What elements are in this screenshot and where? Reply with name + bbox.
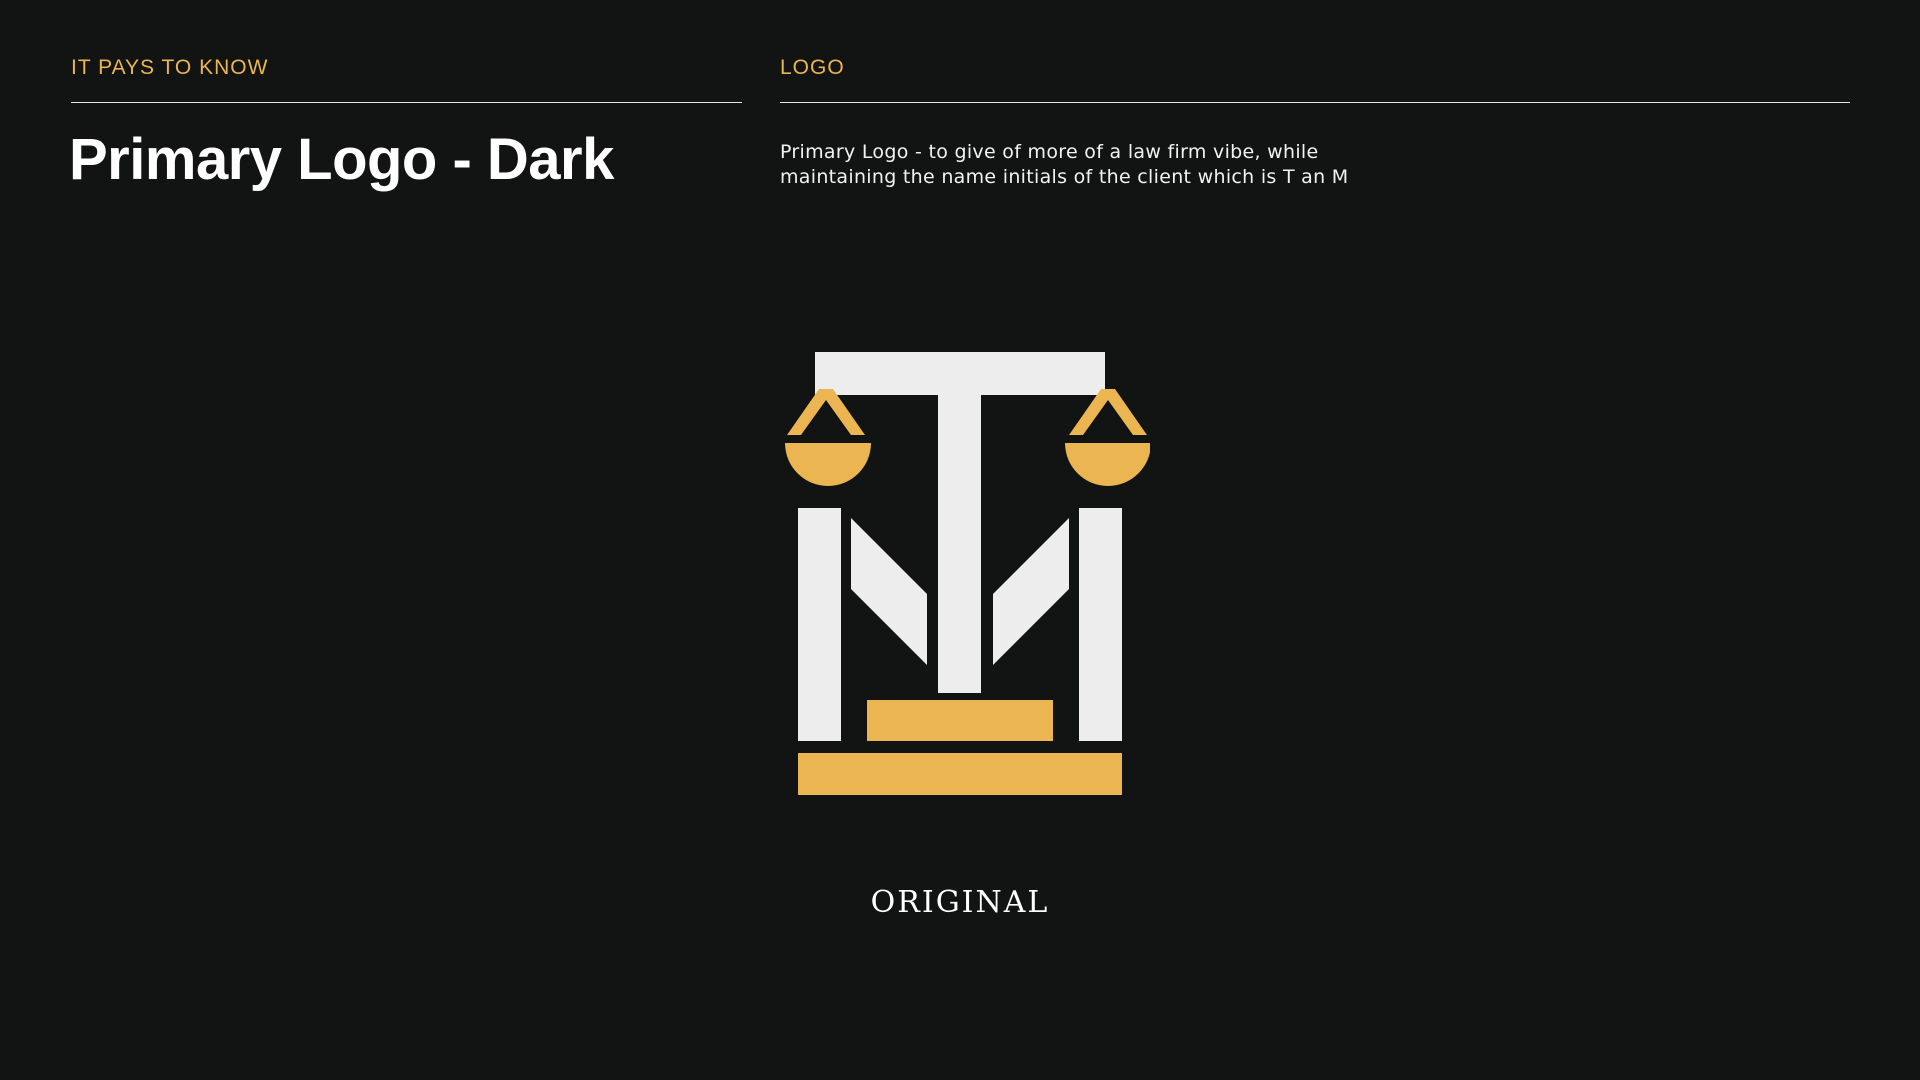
section-eyebrow: IT PAYS TO KNOW xyxy=(71,56,269,79)
slide: IT PAYS TO KNOW LOGO Primary Logo - Dark… xyxy=(0,0,1920,1080)
t-crossbar xyxy=(815,352,1105,395)
lower-base-bar xyxy=(798,753,1122,795)
m-right-leg xyxy=(1079,508,1122,741)
m-left-diagonal xyxy=(851,518,927,665)
right-scale-pan-icon xyxy=(1065,389,1150,486)
page-title: Primary Logo - Dark xyxy=(69,127,614,192)
m-left-leg xyxy=(798,508,841,741)
left-scale-pan-icon xyxy=(785,389,871,486)
logo-description: Primary Logo - to give of more of a law … xyxy=(780,141,1349,188)
m-right-diagonal xyxy=(993,518,1069,665)
logo-caption: ORIGINAL xyxy=(870,885,1050,920)
logo-eyebrow: LOGO xyxy=(780,56,845,79)
tm-scales-logo-icon xyxy=(785,352,1150,795)
divider-right xyxy=(780,102,1850,103)
t-stem xyxy=(938,393,981,693)
divider-left xyxy=(71,102,742,103)
upper-base-bar xyxy=(867,700,1053,741)
